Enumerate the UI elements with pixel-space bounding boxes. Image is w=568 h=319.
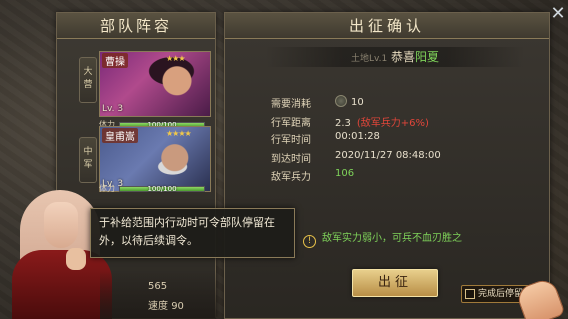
warning-row: ! 敌军实力弱小，可兵不血刃胜之 [303,229,462,248]
slot-tag-camp: 大营 [79,57,97,103]
distance-value-wrap: 2.3 (敌军兵力+6%) [335,114,429,129]
target-city: 阳夏 [415,50,440,64]
checkbox-square[interactable] [465,289,475,299]
stay-tooltip: 于补给范围内行动时可令部队停留在外，以待后续调令。 [90,208,295,258]
close-icon[interactable]: ✕ [548,4,568,24]
warning-icon: ! [303,235,316,248]
arrival-value: 2020/11/27 08:48:00 [335,150,441,161]
target-owner: 恭喜 [391,50,416,64]
cost-value: 10 [351,97,364,108]
warning-text: 敌军实力弱小，可兵不血刃胜之 [322,233,462,244]
general-card-caocao[interactable]: 曹操 ★★★ Lv. 3 [99,51,211,117]
speed-stat: 速度 90 [148,297,184,312]
land-level: 土地Lv.1 [350,54,388,64]
star-rating: ★★★★ [166,129,192,138]
distance-value: 2.3 [335,118,351,129]
lineup-title: 部队阵容 [57,13,215,39]
speed-value: 90 [171,301,184,312]
general-level: Lv. 3 [102,104,124,114]
march-time-value: 00:01:28 [335,131,380,142]
enemy-troops-value: 106 [335,168,355,179]
grain-icon [335,95,347,107]
enemy-troops-label: 敌军兵力 [271,172,311,183]
distance-note: (敌军兵力+6%) [356,118,429,129]
star-rating: ★★★ [166,54,185,63]
troop-count: 565 [148,281,168,292]
cost-label: 需要消耗 [271,99,311,110]
confirm-title: 出征确认 [225,13,549,39]
arrival-label: 到达时间 [271,154,311,165]
general-name: 曹操 [102,53,128,68]
target-row: 土地Lv.1 恭喜阳夏 [265,47,525,67]
cost-value-wrap: 10 [335,95,364,108]
speed-label: 速度 [148,301,168,312]
march-button[interactable]: 出征 [352,269,438,297]
march-confirm-panel: 出征确认 土地Lv.1 恭喜阳夏 需要消耗 10 行军距离 2.3 (敌军兵力+6… [224,12,550,319]
stay-after-label: 完成后停留 [478,289,524,299]
march-time-label: 行军时间 [271,135,311,146]
distance-label: 行军距离 [271,118,311,129]
